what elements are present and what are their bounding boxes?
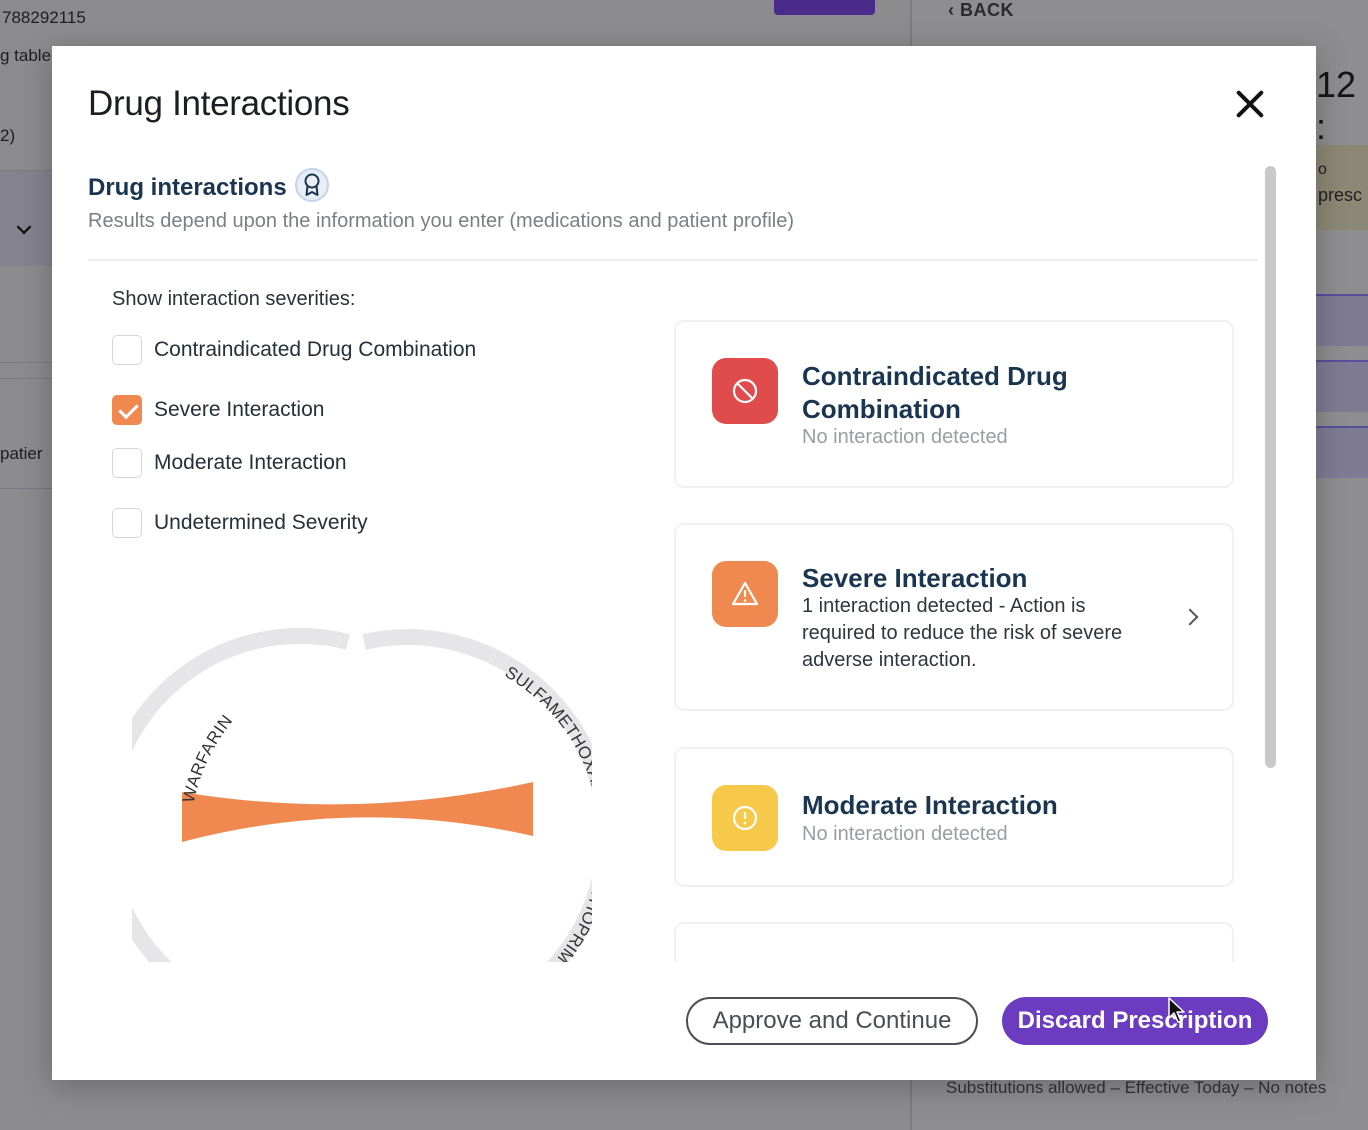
card-title: Contraindicated Drug Combination: [802, 360, 1068, 426]
card-severe[interactable]: Severe Interaction 1 interaction detecte…: [674, 523, 1234, 711]
filter-label: Moderate Interaction: [154, 451, 347, 474]
discard-prescription-button[interactable]: Discard Prescription: [1002, 997, 1268, 1045]
checkbox[interactable]: [112, 508, 142, 538]
filter-undetermined[interactable]: Undetermined Severity: [112, 508, 368, 538]
mouse-cursor-icon: [1168, 997, 1185, 1023]
modal-scroll-area[interactable]: Drug interactions Results depend upon th…: [52, 156, 1316, 962]
background-list-row: [1316, 426, 1368, 478]
section-subtitle: Results depend upon the information you …: [88, 210, 794, 232]
card-title: Moderate Interaction: [802, 790, 1058, 820]
warning-triangle-icon: [712, 561, 778, 627]
card-description-line: required to reduce the risk of severe: [802, 622, 1123, 644]
chevron-left-icon: ‹: [948, 0, 960, 20]
background-id-number: 788292115: [2, 8, 86, 27]
filter-label: Contraindicated Drug Combination: [154, 338, 477, 361]
card-undetermined[interactable]: [674, 922, 1234, 962]
card-description: 1 interaction detected - Action is requi…: [802, 593, 1122, 674]
background-table-fragment: g table: [0, 46, 52, 65]
background-divider: [0, 362, 52, 363]
filter-contraindicated[interactable]: Contraindicated Drug Combination: [112, 335, 476, 365]
card-moderate[interactable]: Moderate Interaction No interaction dete…: [674, 747, 1234, 887]
background-paren-fragment: 2): [0, 126, 16, 145]
drug-interactions-modal: Drug Interactions Drug interactions Resu…: [52, 46, 1316, 1080]
chord-link-severe: [182, 782, 533, 842]
interaction-chord-diagram: WARFARIN SULFAMETHOXAZOLE-TRIMETHOPRIM: [132, 627, 592, 962]
approve-continue-button[interactable]: Approve and Continue: [686, 997, 978, 1045]
close-icon[interactable]: [1232, 86, 1268, 122]
filter-label: Severe Interaction: [154, 398, 325, 421]
chevron-right-icon[interactable]: [1181, 608, 1199, 626]
checkbox[interactable]: [112, 448, 142, 478]
filter-severe[interactable]: Severe Interaction: [112, 395, 324, 425]
background-list-row: [1316, 294, 1368, 346]
severity-filter-label: Show interaction severities:: [112, 288, 356, 310]
background-footer-note: Substitutions allowed – Effective Today …: [946, 1078, 1327, 1097]
checkbox[interactable]: [112, 335, 142, 365]
filter-moderate[interactable]: Moderate Interaction: [112, 448, 347, 478]
card-description: No interaction detected: [802, 823, 1008, 845]
card-description-line: 1 interaction detected - Action is: [802, 595, 1086, 617]
ribbon-award-icon[interactable]: [295, 168, 329, 202]
chord-ring-segment-warfarin: [132, 627, 350, 962]
modal-title: Drug Interactions: [88, 84, 350, 123]
back-label: BACK: [960, 0, 1014, 20]
scrollbar-thumb[interactable]: [1265, 166, 1276, 768]
back-link: ‹ BACK: [948, 0, 1014, 21]
background-notice-text: o: [1318, 161, 1327, 178]
card-description: No interaction detected: [802, 426, 1008, 448]
section-divider: [88, 259, 1258, 261]
background-notice: o presc: [1316, 145, 1368, 230]
background-patient-fragment: patier: [0, 444, 43, 463]
card-description-line: adverse interaction.: [802, 649, 977, 671]
background-primary-button: [774, 0, 875, 15]
background-heading-fragment: 12 :: [1316, 64, 1357, 147]
filter-label: Undetermined Severity: [154, 511, 368, 534]
card-title-line: Contraindicated Drug: [802, 361, 1068, 391]
background-row: [0, 170, 52, 266]
background-divider: [0, 488, 52, 489]
background-divider: [0, 378, 52, 379]
card-contraindicated[interactable]: Contraindicated Drug Combination No inte…: [674, 320, 1234, 488]
section-title: Drug interactions: [88, 174, 287, 201]
chord-label-drug-a: WARFARIN: [179, 711, 237, 804]
checkbox-checked[interactable]: [112, 395, 142, 425]
info-circle-icon: [712, 785, 778, 851]
background-notice-text: presc: [1318, 185, 1363, 205]
card-title: Severe Interaction: [802, 563, 1028, 593]
background-list-row: [1316, 360, 1368, 412]
prohibited-icon: [712, 358, 778, 424]
card-title-line: Combination: [802, 394, 961, 424]
